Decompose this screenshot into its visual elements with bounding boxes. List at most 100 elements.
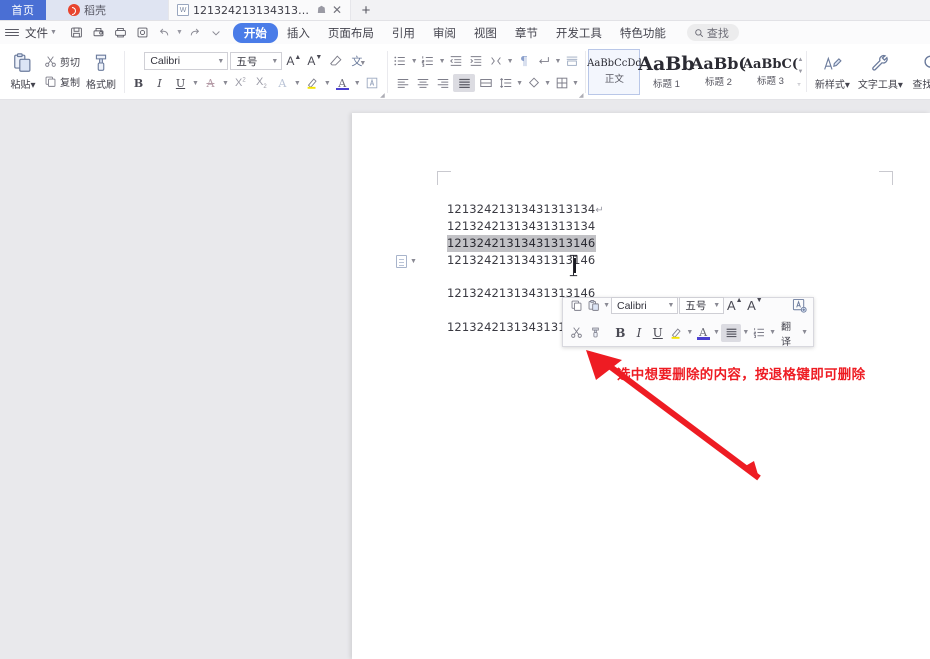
underline-button[interactable]: U: [171, 74, 190, 92]
ribbon-tab-review[interactable]: 审阅: [424, 23, 465, 43]
mini-paste-dropdown-icon[interactable]: ▼: [603, 302, 610, 309]
text-effects-dropdown-icon[interactable]: ▼: [294, 80, 301, 87]
highlight-button[interactable]: [303, 74, 322, 92]
borders-dropdown-icon[interactable]: ▼: [572, 80, 579, 87]
print-preview-icon[interactable]: [88, 23, 109, 42]
ribbon-tab-page-layout[interactable]: 页面布局: [319, 23, 383, 43]
ribbon-tab-view[interactable]: 视图: [465, 23, 506, 43]
menu-hamburger-icon[interactable]: [5, 28, 19, 37]
character-border-button[interactable]: [363, 74, 382, 92]
mini-bold-button[interactable]: B: [611, 324, 629, 342]
ribbon-tab-developer[interactable]: 开发工具: [547, 23, 611, 43]
document-line-2[interactable]: 12132421313431313134: [447, 218, 867, 235]
numbered-list-dropdown-icon[interactable]: ▼: [439, 58, 446, 65]
align-center-button[interactable]: [413, 74, 432, 92]
numbered-list-button[interactable]: [419, 52, 438, 70]
shading-dropdown-icon[interactable]: ▼: [544, 80, 551, 87]
search-box[interactable]: 查找: [686, 24, 739, 41]
document-line-4[interactable]: 12132421313431313146: [447, 252, 867, 269]
align-left-button[interactable]: [393, 74, 412, 92]
pinyin-guide-button[interactable]: 文 ▼: [347, 52, 366, 70]
clear-formatting-button[interactable]: [326, 52, 345, 70]
style-heading-2[interactable]: AaBb( 标题 2: [691, 49, 746, 95]
new-tab-button[interactable]: +: [351, 0, 381, 20]
bullet-list-button[interactable]: [391, 52, 410, 70]
style-heading-3[interactable]: AaBbC( 标题 3: [743, 49, 798, 95]
italic-button[interactable]: I: [150, 74, 169, 92]
print-icon[interactable]: [110, 23, 131, 42]
file-menu-button[interactable]: 文件 ▼: [22, 25, 60, 41]
superscript-button[interactable]: X2: [231, 74, 250, 92]
style-normal[interactable]: AaBbCcDd 正文: [587, 49, 642, 95]
font-color-dropdown-icon[interactable]: ▼: [354, 80, 361, 87]
mini-font-color-dropdown-icon[interactable]: ▼: [713, 329, 720, 336]
home-tab[interactable]: 首页: [0, 0, 46, 20]
distribute-button[interactable]: [476, 74, 495, 92]
pinyin-button[interactable]: [562, 52, 581, 70]
shrink-font-button[interactable]: A ▼: [305, 52, 324, 70]
mini-highlight-button[interactable]: [668, 324, 686, 342]
bold-button[interactable]: B: [129, 74, 148, 92]
text-effects-button[interactable]: A: [273, 74, 292, 92]
mini-translate-button[interactable]: 翻译 ▼: [777, 318, 808, 348]
highlight-dropdown-icon[interactable]: ▼: [324, 80, 331, 87]
underline-dropdown-icon[interactable]: ▼: [192, 80, 199, 87]
show-marks-button[interactable]: ¶: [515, 52, 534, 70]
style-heading-1[interactable]: AaBb 标题 1: [638, 49, 694, 95]
ribbon-tab-sections[interactable]: 章节: [506, 23, 547, 43]
cut-button[interactable]: 剪切: [42, 53, 82, 70]
increase-indent-button[interactable]: [467, 52, 486, 70]
line-break-button[interactable]: [535, 52, 554, 70]
customize-toolbar-icon[interactable]: [206, 23, 227, 42]
subscript-button[interactable]: X2: [252, 74, 271, 92]
mini-shrink-font-button[interactable]: A ▼: [745, 297, 764, 315]
borders-button[interactable]: [552, 74, 571, 92]
document-tab[interactable]: W 12132421313431313 1346.wps ☗ ✕: [168, 0, 351, 20]
strikethrough-button[interactable]: A: [201, 74, 220, 92]
mini-font-name-combo[interactable]: Calibri ▼: [611, 297, 679, 314]
document-canvas[interactable]: ▼ 12132421313431313134↵ 1213242131343131…: [0, 100, 930, 659]
mini-grow-font-button[interactable]: A ▲: [725, 297, 744, 315]
ribbon-tab-special[interactable]: 特色功能: [611, 23, 675, 43]
format-painter-button[interactable]: 格式刷: [82, 46, 120, 98]
shading-button[interactable]: [524, 74, 543, 92]
font-color-button[interactable]: A: [333, 74, 352, 92]
paste-button[interactable]: 粘贴▾: [4, 46, 42, 98]
decrease-indent-button[interactable]: [447, 52, 466, 70]
save-icon[interactable]: [66, 23, 87, 42]
line-spacing-button[interactable]: [496, 74, 515, 92]
redo-icon[interactable]: [184, 23, 205, 42]
align-right-button[interactable]: [433, 74, 452, 92]
font-size-combo[interactable]: 五号 ▼: [230, 52, 283, 70]
mini-list-dropdown-icon[interactable]: ▼: [769, 329, 776, 336]
line-break-dropdown-icon[interactable]: ▼: [555, 58, 562, 65]
line-spacing-dropdown-icon[interactable]: ▼: [516, 80, 523, 87]
copy-button[interactable]: 复制: [42, 73, 82, 90]
ribbon-tab-insert[interactable]: 插入: [278, 23, 319, 43]
close-icon[interactable]: ✕: [330, 3, 344, 17]
paste-options-badge[interactable]: ▼: [396, 255, 417, 268]
mini-copy-button[interactable]: [568, 297, 585, 315]
justify-button[interactable]: [453, 74, 476, 92]
mini-underline-button[interactable]: U: [649, 324, 667, 342]
text-tools-button[interactable]: 文字工具▾: [854, 46, 906, 98]
mini-align-button[interactable]: [720, 323, 742, 342]
paragraph-dialog-launcher[interactable]: ◢: [579, 92, 584, 99]
mini-highlight-dropdown-icon[interactable]: ▼: [686, 329, 693, 336]
mini-font-color-button[interactable]: A: [694, 324, 712, 342]
undo-icon[interactable]: [154, 23, 175, 42]
mini-align-dropdown-icon[interactable]: ▼: [742, 329, 749, 336]
mini-cut-button[interactable]: [568, 324, 586, 342]
document-line-1[interactable]: 12132421313431313134↵: [447, 201, 867, 218]
new-style-button[interactable]: 新样式▾: [810, 46, 854, 98]
font-name-combo[interactable]: Calibri ▼: [144, 52, 229, 70]
mini-floating-toolbar[interactable]: ▼ Calibri ▼ 五号 ▼ A ▲ A ▼ B I U ▼ A ▼ ▼ ▼…: [562, 297, 814, 348]
find-replace-button[interactable]: 查找替换: [906, 46, 930, 98]
sort-dropdown-icon[interactable]: ▼: [507, 58, 514, 65]
preview-icon[interactable]: [132, 23, 153, 42]
mini-paste-button[interactable]: [586, 297, 603, 315]
pin-icon[interactable]: ☗: [317, 5, 326, 16]
mini-italic-button[interactable]: I: [630, 324, 648, 342]
mini-list-button[interactable]: [750, 324, 768, 342]
grow-font-button[interactable]: A ▲: [284, 52, 303, 70]
